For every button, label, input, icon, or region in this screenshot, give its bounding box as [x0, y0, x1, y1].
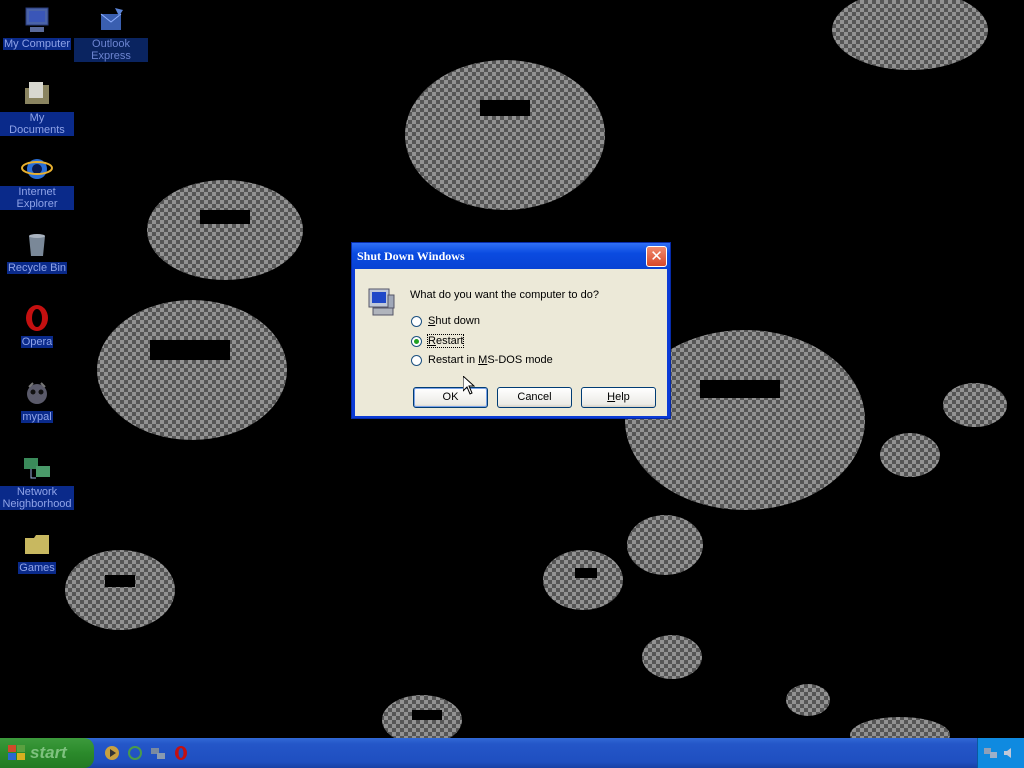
system-tray	[977, 738, 1024, 768]
my-computer-icon	[25, 7, 49, 32]
my-documents-icon	[25, 82, 49, 104]
radio-label: Restart	[426, 334, 465, 348]
internet-explorer-icon	[21, 159, 53, 179]
taskbar: start	[0, 738, 1024, 768]
start-button[interactable]: start	[0, 738, 94, 768]
opera-icon	[26, 305, 48, 331]
radio-button-selected[interactable]	[411, 336, 422, 347]
desktop-icon-my-documents[interactable]: My Documents	[0, 78, 74, 136]
desktop-icon-label: Games	[18, 562, 56, 574]
close-icon: ✕	[650, 247, 663, 265]
desktop-icon-label: My Documents	[0, 112, 74, 136]
network-status-icon[interactable]	[984, 746, 998, 760]
desktop-icon-recycle-bin[interactable]: Recycle Bin	[0, 228, 74, 274]
volume-icon[interactable]	[1003, 746, 1017, 760]
outlook-express-icon	[100, 8, 123, 30]
network-neighborhood-icon	[24, 458, 50, 479]
desktop-icon-label: Internet Explorer	[0, 186, 74, 210]
desktop-icon-label: Opera	[20, 336, 54, 348]
desktop-icon-games[interactable]: Games	[0, 528, 74, 574]
desktop-icon-label: Network Neighborhood	[0, 486, 74, 510]
media-player-icon[interactable]	[104, 745, 120, 761]
refresh-icon[interactable]	[127, 745, 143, 761]
dialog-titlebar[interactable]: Shut Down Windows ✕	[352, 243, 670, 269]
desktop-icon-opera[interactable]: Opera	[0, 302, 74, 348]
radio-button[interactable]	[411, 355, 422, 366]
desktop-icon-label: Outlook Express	[74, 38, 148, 62]
radio-label: Shut down	[428, 315, 480, 327]
games-folder-icon	[25, 535, 49, 554]
cancel-button[interactable]: Cancel	[497, 387, 572, 408]
mypal-icon	[27, 382, 47, 404]
desktop-icon-mypal[interactable]: mypal	[0, 377, 74, 423]
radio-button[interactable]	[411, 316, 422, 327]
shut-down-dialog: Shut Down Windows ✕ What do you want the…	[351, 242, 671, 419]
close-button[interactable]: ✕	[646, 246, 667, 267]
desktop-icon-label: mypal	[21, 411, 53, 423]
dialog-prompt: What do you want the computer to do?	[410, 289, 599, 301]
network-icon[interactable]	[150, 745, 166, 761]
desktop-icon-network-neighborhood[interactable]: Network Neighborhood	[0, 452, 74, 510]
ok-button[interactable]: OK	[413, 387, 488, 408]
desktop-icon-label: Recycle Bin	[6, 262, 68, 274]
opera-icon[interactable]	[173, 745, 189, 761]
computer-icon	[368, 288, 395, 316]
recycle-bin-icon	[29, 234, 45, 256]
mouse-cursor-icon	[463, 376, 475, 395]
windows-flag-icon	[8, 745, 25, 760]
desktop-icon-my-computer[interactable]: My Computer	[0, 4, 74, 50]
radio-label: Restart in MS-DOS mode	[428, 354, 553, 366]
desktop-icon-label: My Computer	[2, 38, 72, 50]
start-label: start	[30, 743, 67, 762]
desktop-icon-internet-explorer[interactable]: Internet Explorer	[0, 152, 74, 210]
desktop-icon-outlook-express[interactable]: Outlook Express	[74, 4, 148, 62]
help-button[interactable]: Help	[581, 387, 656, 408]
dialog-title: Shut Down Windows	[357, 249, 465, 263]
